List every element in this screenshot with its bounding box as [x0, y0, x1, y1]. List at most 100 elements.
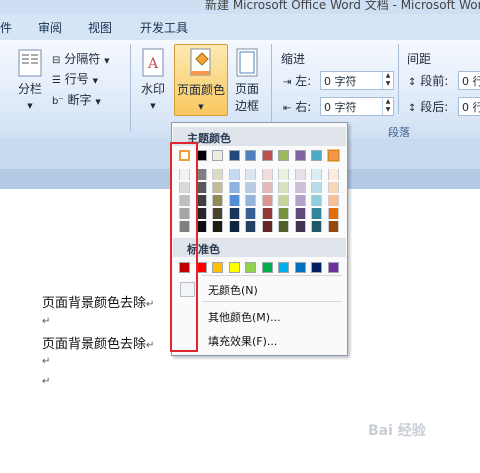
spacing-title: 间距 — [407, 52, 432, 66]
theme-shade-swatch[interactable] — [261, 182, 273, 193]
hyphenation-button[interactable]: b⁻ 断字 ▼ — [52, 91, 101, 108]
spacing-after-input[interactable]: 0 行 — [458, 97, 480, 116]
theme-shade-swatch[interactable] — [294, 169, 306, 180]
spacing-after-icon: ↕ — [408, 103, 417, 114]
theme-shade-swatch[interactable] — [327, 182, 339, 193]
page-color-button[interactable]: 页面颜色 ▼ — [174, 44, 228, 116]
theme-color-swatch[interactable] — [245, 150, 256, 161]
theme-shade-swatch[interactable] — [294, 208, 306, 219]
theme-shade-swatch[interactable] — [245, 169, 256, 180]
line-numbers-button[interactable]: ☰ 行号 ▼ — [52, 70, 98, 87]
theme-shade-swatch[interactable] — [228, 195, 240, 206]
paint-bucket-icon — [190, 48, 211, 76]
theme-shade-swatch[interactable] — [278, 195, 289, 206]
theme-color-swatch[interactable] — [278, 150, 289, 161]
theme-shade-swatch[interactable] — [278, 169, 289, 180]
indent-right-value: 0 字符 — [324, 101, 357, 114]
theme-shade-swatch[interactable] — [261, 169, 273, 180]
theme-shade-swatch[interactable] — [245, 208, 256, 219]
svg-text:A: A — [147, 56, 159, 72]
theme-shade-swatch[interactable] — [245, 182, 256, 193]
tab-view[interactable]: 视图 — [88, 19, 112, 36]
theme-shade-swatch[interactable] — [212, 169, 223, 180]
theme-shade-swatch[interactable] — [278, 182, 289, 193]
breaks-button[interactable]: ⊟ 分隔符 ▼ — [52, 50, 109, 67]
theme-shade-swatch[interactable] — [311, 182, 322, 193]
columns-label: 分栏 — [17, 82, 42, 96]
theme-shade-swatch[interactable] — [327, 169, 339, 180]
standard-color-swatch[interactable] — [228, 262, 240, 273]
theme-shade-swatch[interactable] — [261, 208, 273, 219]
theme-shade-swatch[interactable] — [228, 182, 240, 193]
no-color-item[interactable]: 无颜色(N) — [173, 278, 346, 300]
theme-shade-swatch[interactable] — [212, 195, 223, 206]
theme-shade-swatch[interactable] — [311, 208, 322, 219]
theme-shade-swatch[interactable] — [228, 221, 240, 232]
theme-shade-swatch[interactable] — [327, 208, 339, 219]
indent-left-icon: ⇥ — [283, 77, 292, 88]
page-borders-button[interactable]: 页面 边框 — [229, 48, 265, 114]
theme-shade-swatch[interactable] — [327, 195, 339, 206]
standard-color-swatch[interactable] — [261, 262, 273, 273]
theme-color-swatch[interactable] — [261, 150, 273, 161]
fill-effects-item[interactable]: 填充效果(F)... — [173, 329, 346, 351]
tab-review[interactable]: 审阅 — [38, 19, 62, 36]
theme-color-swatch[interactable] — [212, 150, 223, 161]
theme-shade-swatch[interactable] — [212, 182, 223, 193]
theme-shade-swatch[interactable] — [261, 221, 273, 232]
watermark-icon: A — [142, 48, 164, 77]
spacing-before-input[interactable]: 0 行 — [458, 71, 480, 90]
theme-shade-swatch[interactable] — [294, 221, 306, 232]
standard-color-swatch[interactable] — [212, 262, 223, 273]
standard-color-swatch[interactable] — [327, 262, 339, 273]
spin-arrows-icon[interactable]: ▲ ▼ — [382, 72, 393, 89]
theme-shade-swatch[interactable] — [294, 182, 306, 193]
watermark-button[interactable]: A 水印 ▼ — [135, 48, 171, 111]
theme-shade-swatch[interactable] — [228, 208, 240, 219]
theme-shade-swatch[interactable] — [212, 208, 223, 219]
standard-color-swatch[interactable] — [311, 262, 322, 273]
indent-right-icon: ⇤ — [283, 103, 292, 114]
more-colors-item[interactable]: 其他颜色(M)... — [173, 305, 346, 327]
theme-shade-swatch[interactable] — [245, 195, 256, 206]
theme-shade-swatch[interactable] — [261, 195, 273, 206]
theme-shade-swatch[interactable] — [294, 195, 306, 206]
paragraph-mark: ↵ — [42, 316, 51, 327]
no-color-label: 无颜色(N) — [208, 284, 258, 297]
line-numbers-label: 行号 — [64, 72, 89, 86]
theme-shade-swatch[interactable] — [278, 208, 289, 219]
spin-arrows-icon[interactable]: ▲ ▼ — [382, 98, 393, 115]
theme-color-swatch[interactable] — [326, 149, 340, 162]
theme-color-swatch[interactable] — [294, 150, 306, 161]
indent-left-value: 0 字符 — [324, 75, 357, 88]
page-borders-icon — [236, 48, 258, 77]
theme-shade-swatch[interactable] — [311, 221, 322, 232]
highlight-annotation — [170, 142, 198, 352]
theme-shade-swatch[interactable] — [278, 221, 289, 232]
indent-left-input[interactable]: 0 字符 ▲ ▼ — [320, 71, 394, 90]
theme-color-swatch[interactable] — [311, 150, 322, 161]
standard-color-swatch[interactable] — [294, 262, 306, 273]
line-numbers-icon: ☰ — [52, 75, 61, 86]
spacing-before-value: 0 行 — [462, 75, 480, 88]
document-line-2[interactable]: 页面背景颜色去除↵ — [42, 333, 154, 352]
theme-color-swatch[interactable] — [228, 150, 240, 161]
indent-right-input[interactable]: 0 字符 ▲ ▼ — [320, 97, 394, 116]
theme-shade-swatch[interactable] — [327, 221, 339, 232]
theme-shade-swatch[interactable] — [311, 195, 322, 206]
standard-color-swatch[interactable] — [278, 262, 289, 273]
columns-button[interactable]: 分栏 ▼ — [10, 48, 50, 111]
document-line-1[interactable]: 页面背景颜色去除↵ — [42, 292, 154, 311]
group-separator — [271, 44, 272, 132]
window-title: 新建 Microsoft Office Word 文档 - Microsoft … — [205, 0, 480, 12]
tab-file[interactable]: 件 — [0, 19, 12, 36]
standard-color-swatch[interactable] — [245, 262, 256, 273]
ribbon-tabs: 件 审阅 视图 开发工具 — [0, 14, 480, 40]
breaks-label: 分隔符 — [64, 52, 101, 66]
spacing-after-value: 0 行 — [462, 101, 480, 114]
theme-shade-swatch[interactable] — [228, 169, 240, 180]
theme-shade-swatch[interactable] — [311, 169, 322, 180]
theme-shade-swatch[interactable] — [245, 221, 256, 232]
theme-shade-swatch[interactable] — [212, 221, 223, 232]
tab-developer[interactable]: 开发工具 — [140, 19, 188, 36]
